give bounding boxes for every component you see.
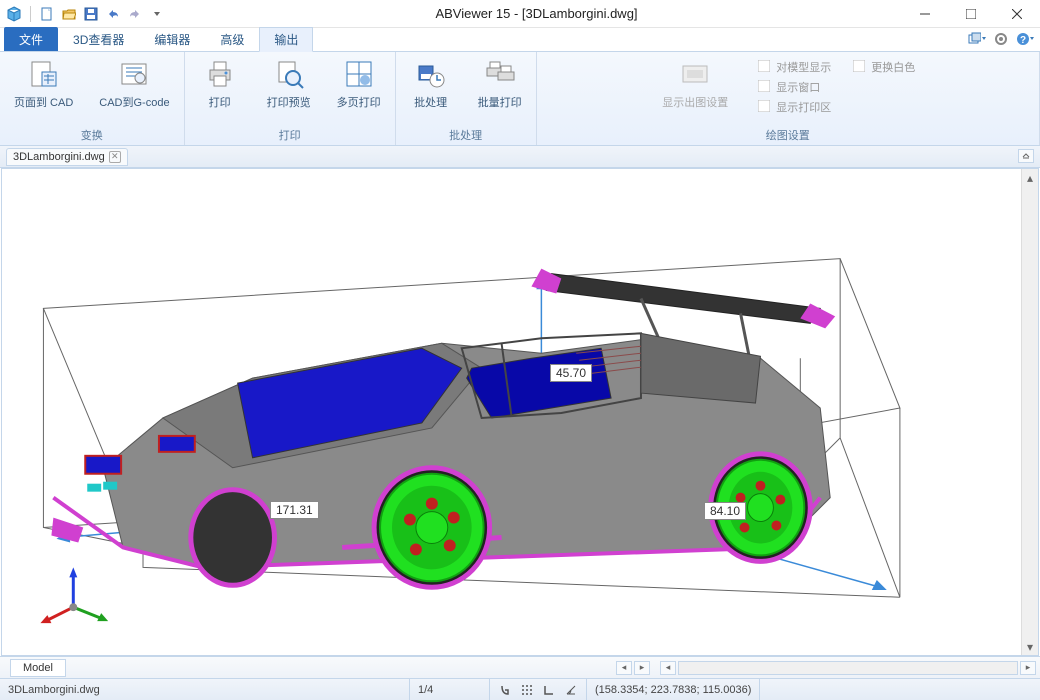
tab-editor[interactable]: 编辑器 [139,27,205,51]
minimize-button[interactable] [902,0,948,28]
ribbon-group-plot-settings-title: 绘图设置 [766,127,810,143]
dimension-height: 45.70 [550,364,592,382]
status-coordinates: (158.3354; 223.7838; 115.0036) [587,679,760,700]
save-icon[interactable] [83,6,99,22]
snap-icon[interactable] [498,683,512,697]
ribbon-tabstrip: 文件 3D查看器 编辑器 高级 输出 ? [0,28,1040,52]
svg-text:?: ? [1020,35,1026,46]
checkbox-icon [758,80,772,94]
multipage-print-icon [343,58,375,90]
ribbon-group-batch-title: 批处理 [449,127,482,143]
batch-icon [415,58,447,90]
batch-label: 批处理 [414,94,447,110]
status-page: 1/4 [410,679,490,700]
print-button[interactable]: 打印 [195,56,245,112]
swap-white-checkbox[interactable]: 更换白色 [851,58,917,76]
document-tabs-dropdown[interactable] [1018,149,1034,163]
layout-tabs-bar: Model ◂ ▸ ◂ ▸ [0,656,1040,678]
multipage-print-button[interactable]: 多页打印 [333,56,385,112]
ribbon-group-batch: 批处理 批量打印 批处理 [396,52,537,145]
checkbox-icon [853,60,867,74]
title-bar: ABViewer 15 - [3DLamborgini.dwg] [0,0,1040,28]
tab-scroll-right-button[interactable]: ▸ [634,661,650,675]
ribbon-group-convert-title: 变换 [81,127,103,143]
print-preview-label: 打印预览 [267,94,311,110]
tab-advanced[interactable]: 高级 [205,27,259,51]
show-model-checkbox[interactable]: 对模型显示 [756,58,833,76]
checkbox-icon [758,100,772,114]
batch-print-label: 批量打印 [478,94,522,110]
settings-icon[interactable] [992,30,1010,48]
vertical-scrollbar[interactable]: ▴ ▾ [1021,169,1038,655]
window-controls [902,0,1040,28]
dimension-length: 171.31 [270,501,319,519]
ribbon-group-print-title: 打印 [279,127,301,143]
scroll-down-button[interactable]: ▾ [1022,638,1038,655]
cad-to-gcode-button[interactable]: CAD到G-code [95,56,173,112]
cad-to-gcode-icon [118,58,150,90]
help-icon[interactable]: ? [1016,30,1034,48]
print-label: 打印 [209,94,231,110]
ortho-icon[interactable] [542,683,556,697]
cad-to-gcode-label: CAD到G-code [99,94,169,110]
plot-settings-button[interactable]: 显示出图设置 [658,56,732,112]
window-title: ABViewer 15 - [3DLamborgini.dwg] [171,6,902,21]
ribbon-group-print: 打印 打印预览 多页打印 打印 [185,52,396,145]
new-icon[interactable] [39,6,55,22]
windows-icon[interactable] [968,30,986,48]
tab-scroll-left-button[interactable]: ◂ [616,661,632,675]
redo-icon[interactable] [127,6,143,22]
document-tab-label: 3DLamborgini.dwg [13,151,105,163]
ribbon-group-convert: 页面到 CAD CAD到G-code 变换 [0,52,185,145]
hscroll-left-button[interactable]: ◂ [660,661,676,675]
checkbox-icon [758,60,772,74]
undo-icon[interactable] [105,6,121,22]
status-toggles [490,679,587,700]
document-tab[interactable]: 3DLamborgini.dwg ✕ [6,148,128,166]
status-bar: 3DLamborgini.dwg 1/4 (158.3354; 223.7838… [0,678,1040,700]
open-icon[interactable] [61,6,77,22]
page-to-cad-label: 页面到 CAD [14,94,73,110]
ribbon-group-plot-settings: 显示出图设置 对模型显示 显示窗口 显示打印区 更换白色 绘图设置 [537,52,1040,145]
app-icon[interactable] [6,6,22,22]
close-button[interactable] [994,0,1040,28]
maximize-button[interactable] [948,0,994,28]
batch-print-icon [484,58,516,90]
viewport: 45.70 171.31 84.10 ▴ ▾ [1,168,1039,656]
hscroll-right-button[interactable]: ▸ [1020,661,1036,675]
batch-button[interactable]: 批处理 [406,56,456,112]
show-window-checkbox[interactable]: 显示窗口 [756,78,822,96]
quick-access-toolbar [0,6,171,22]
show-plot-area-checkbox[interactable]: 显示打印区 [756,98,833,116]
print-preview-button[interactable]: 打印预览 [263,56,315,112]
document-tab-close-icon[interactable]: ✕ [109,151,121,163]
page-to-cad-icon [28,58,60,90]
batch-print-button[interactable]: 批量打印 [474,56,526,112]
model-tab[interactable]: Model [10,659,66,677]
grid-icon[interactable] [520,683,534,697]
dimension-width: 84.10 [704,502,746,520]
page-to-cad-button[interactable]: 页面到 CAD [10,56,77,112]
scroll-up-button[interactable]: ▴ [1022,169,1038,186]
polar-icon[interactable] [564,683,578,697]
tab-output[interactable]: 输出 [259,27,313,52]
qat-dropdown-icon[interactable] [149,6,165,22]
print-icon [204,58,236,90]
horizontal-scrollbar[interactable]: ◂ ▸ ◂ ▸ [66,661,1040,675]
status-filename: 3DLamborgini.dwg [0,679,410,700]
hscroll-track[interactable] [678,661,1018,675]
plot-settings-label: 显示出图设置 [662,94,728,110]
ribbon: 页面到 CAD CAD到G-code 变换 打印 打印预览 多页打印 打印 [0,52,1040,146]
multipage-print-label: 多页打印 [337,94,381,110]
plot-settings-icon [679,58,711,90]
tab-file[interactable]: 文件 [4,27,58,51]
tab-3d-viewer[interactable]: 3D查看器 [58,27,139,51]
3d-canvas[interactable]: 45.70 171.31 84.10 [2,169,1021,655]
print-preview-icon [273,58,305,90]
document-tabs: 3DLamborgini.dwg ✕ [0,146,1040,168]
